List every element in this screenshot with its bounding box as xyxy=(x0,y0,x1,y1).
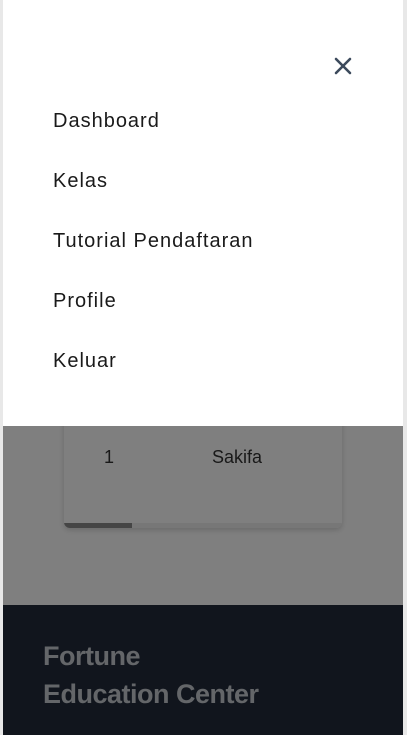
close-icon xyxy=(334,57,352,75)
window-edge-right xyxy=(403,0,407,735)
nav-drawer: Dashboard Kelas Tutorial Pendaftaran Pro… xyxy=(3,0,403,426)
menu-item-kelas[interactable]: Kelas xyxy=(53,164,253,224)
window-edge-left xyxy=(0,0,3,735)
app-frame: 1 Sakifa Fortune Education Center Dashbo… xyxy=(0,0,407,735)
menu-item-dashboard[interactable]: Dashboard xyxy=(53,104,253,164)
menu-item-profile[interactable]: Profile xyxy=(53,284,253,344)
menu-item-keluar[interactable]: Keluar xyxy=(53,344,253,404)
menu-item-tutorial-pendaftaran[interactable]: Tutorial Pendaftaran xyxy=(53,224,253,284)
nav-menu: Dashboard Kelas Tutorial Pendaftaran Pro… xyxy=(53,104,253,404)
close-button[interactable] xyxy=(329,52,357,80)
